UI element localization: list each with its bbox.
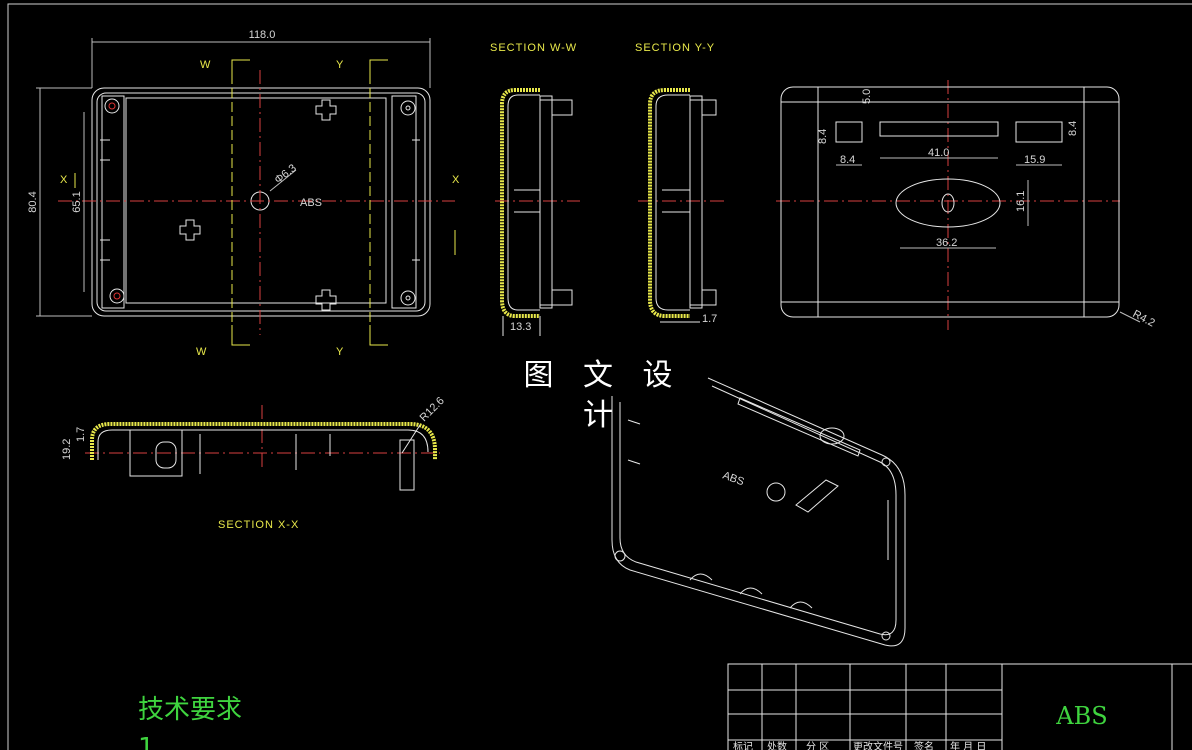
- title-block-headers: 标记 处数 分 区 更改文件号 签名 年 月 日: [733, 740, 986, 750]
- inner-height-dim: 65.1: [71, 191, 83, 212]
- ellipse-h-dim: 16.1: [1015, 191, 1027, 212]
- svg-text:签名: 签名: [914, 740, 934, 750]
- section-w-w-label: SECTION W-W: [490, 42, 577, 54]
- wall-dim: 1.7: [702, 313, 717, 325]
- tech-req-line: 1.: [138, 733, 163, 750]
- mark-y-top: Y: [336, 59, 344, 71]
- tech-req-title: 技术要求: [138, 695, 242, 725]
- hole-diameter-dim: Φ6.3: [272, 162, 298, 186]
- corner-radius-dim: R4.2: [1131, 308, 1157, 330]
- side-wall-dim: 1.7: [75, 427, 87, 442]
- mark-w-bottom: W: [196, 346, 207, 358]
- dimension-lines: [36, 38, 431, 317]
- slot-right-h-dim: 8.4: [1067, 121, 1079, 136]
- mark-w-top: W: [200, 59, 211, 71]
- svg-text:年 月 日: 年 月 日: [950, 740, 986, 750]
- plan-view: [91, 87, 431, 317]
- ellipse-w-dim: 36.2: [936, 237, 957, 249]
- section-y-y-label: SECTION Y-Y: [635, 42, 715, 54]
- mark-y-bottom: Y: [336, 346, 344, 358]
- svg-text:标记: 标记: [733, 741, 753, 750]
- title-block: [727, 663, 1192, 750]
- slot-left-h-dim: 8.4: [817, 129, 829, 144]
- overall-height-dim: 80.4: [27, 191, 39, 212]
- isometric-view: [611, 377, 906, 647]
- svg-text:更改文件号: 更改文件号: [853, 740, 903, 750]
- section-y-y-view: [648, 88, 717, 323]
- section-w-w-view: [500, 88, 573, 336]
- slot-mid-w-dim: 41.0: [928, 147, 949, 159]
- emboss-text: ABS: [300, 197, 322, 209]
- section-x-x-label: SECTION X-X: [218, 519, 299, 531]
- slot-left-w-dim: 8.4: [840, 154, 855, 166]
- top-view-dims: [836, 157, 1141, 323]
- mark-x-left: X: [60, 174, 68, 186]
- overall-width-dim: 118.0: [249, 29, 276, 41]
- mark-x-right: X: [452, 174, 460, 186]
- svg-text:分 区: 分 区: [806, 741, 829, 750]
- svg-text:处数: 处数: [767, 740, 787, 750]
- section-planes: [74, 59, 456, 346]
- section-x-x-view: [90, 422, 437, 491]
- depth-dim: 13.3: [510, 321, 531, 333]
- iso-emboss-text: ABS: [721, 470, 746, 489]
- side-radius-dim: R12.6: [418, 395, 447, 424]
- side-height-dim: 19.2: [61, 439, 73, 460]
- slot-right-w-dim: 15.9: [1024, 154, 1045, 166]
- material-label: ABS: [1055, 702, 1107, 730]
- watermark: 图 文 设 计: [508, 356, 698, 433]
- slot-top-dim: 5.0: [861, 89, 873, 104]
